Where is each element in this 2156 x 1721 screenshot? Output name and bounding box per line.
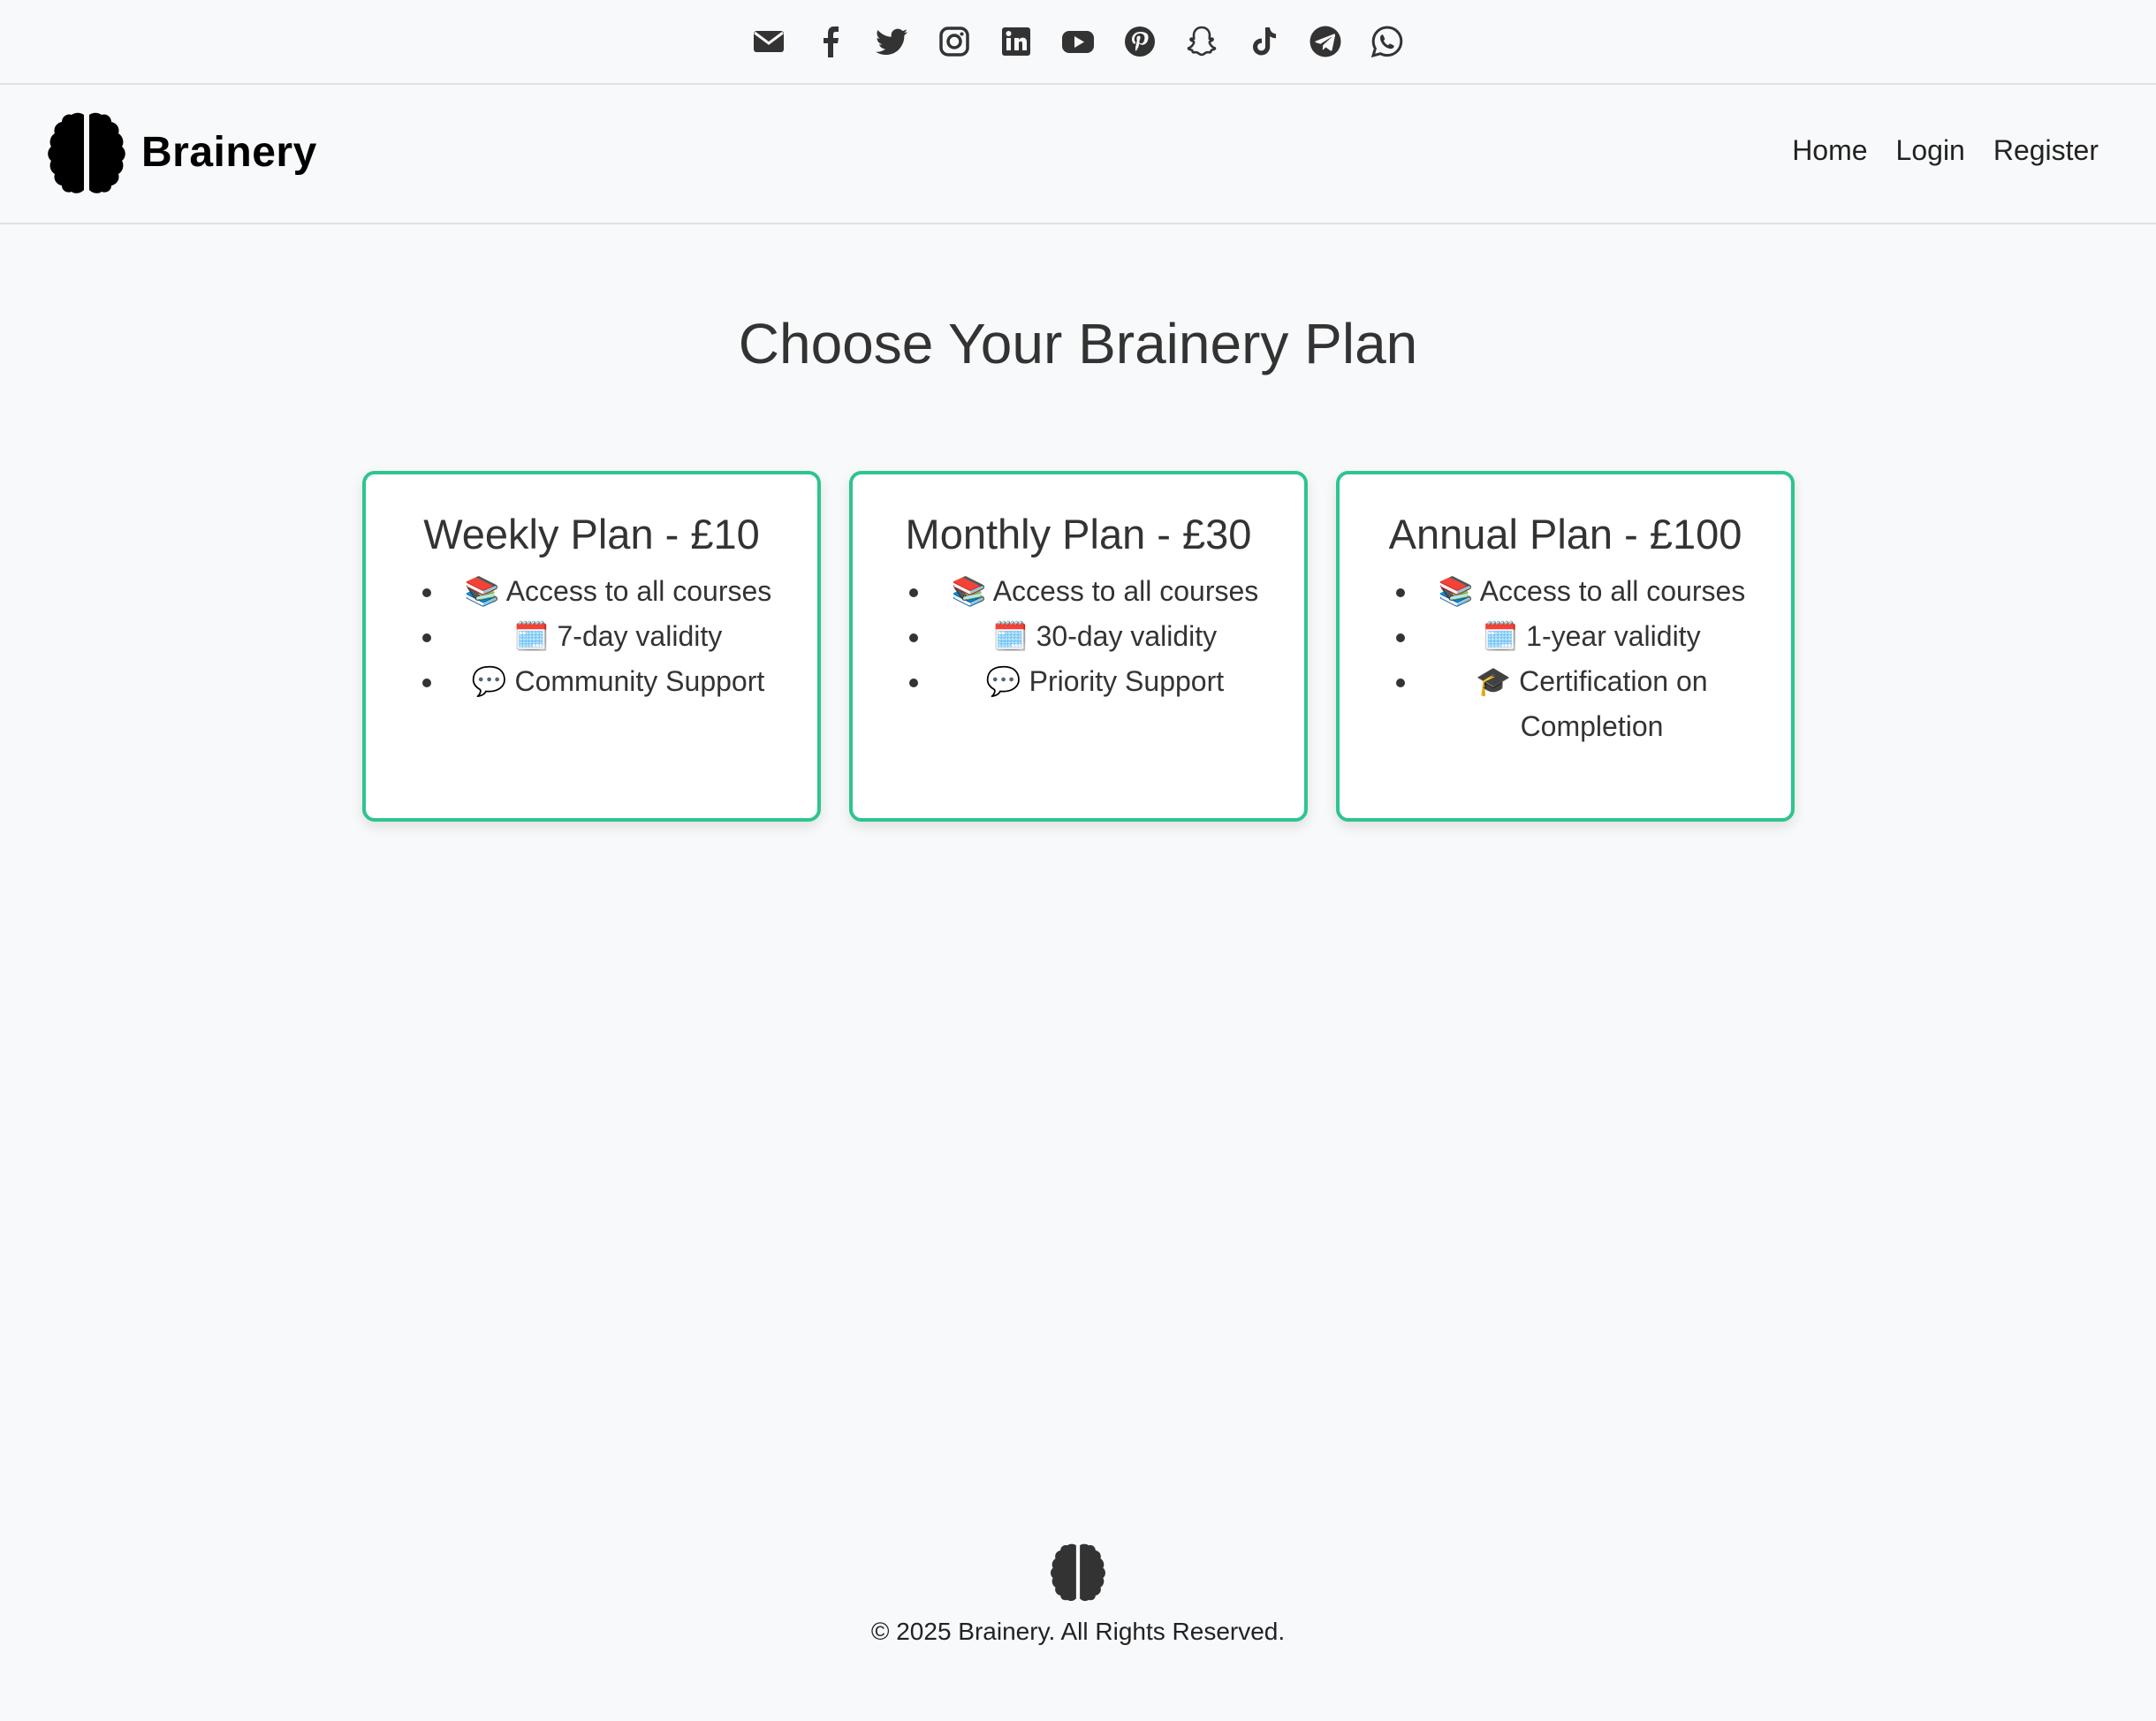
plans-container: Weekly Plan - £10 📚 Access to all course… xyxy=(362,471,1795,822)
plan-features: 📚 Access to all courses 🗓️ 1-year validi… xyxy=(1366,569,1765,749)
brand-name: Brainery xyxy=(141,128,317,176)
main-nav: Home Login Register xyxy=(1792,134,2099,167)
plan-features: 📚 Access to all courses 🗓️ 30-day validi… xyxy=(879,569,1278,704)
plan-feature: 🗓️ 7-day validity xyxy=(445,614,791,659)
plan-feature: 📚 Access to all courses xyxy=(932,569,1278,614)
site-footer: © 2025 Brainery. All Rights Reserved. xyxy=(0,1542,2156,1646)
brain-logo-icon xyxy=(48,112,125,193)
brain-logo-icon xyxy=(1051,1543,1105,1602)
plan-feature: 🎓 Certification on Completion xyxy=(1419,659,1765,749)
brand-link[interactable]: Brainery xyxy=(44,110,317,194)
twitter-icon[interactable] xyxy=(874,23,911,60)
social-bar xyxy=(0,0,2156,85)
pinterest-icon[interactable] xyxy=(1121,23,1158,60)
tiktok-icon[interactable] xyxy=(1245,23,1282,60)
whatsapp-icon[interactable] xyxy=(1369,23,1406,60)
plan-feature: 📚 Access to all courses xyxy=(1419,569,1765,614)
telegram-icon[interactable] xyxy=(1307,23,1344,60)
plan-card-weekly[interactable]: Weekly Plan - £10 📚 Access to all course… xyxy=(362,471,821,822)
plan-feature: 💬 Priority Support xyxy=(932,659,1278,704)
linkedin-icon[interactable] xyxy=(998,23,1035,60)
page-title: Choose Your Brainery Plan xyxy=(738,312,1418,375)
plan-title: Monthly Plan - £30 xyxy=(905,511,1252,557)
footer-copyright: © 2025 Brainery. All Rights Reserved. xyxy=(870,1618,1286,1645)
nav-login-link[interactable]: Login xyxy=(1896,134,1965,167)
site-header: Brainery Home Login Register xyxy=(0,85,2156,224)
plan-feature: 🗓️ 1-year validity xyxy=(1419,614,1765,659)
youtube-icon[interactable] xyxy=(1059,23,1097,60)
envelope-icon[interactable] xyxy=(750,23,787,60)
plan-feature: 📚 Access to all courses xyxy=(445,569,791,614)
plan-title: Weekly Plan - £10 xyxy=(423,511,760,557)
facebook-icon[interactable] xyxy=(812,23,849,60)
plan-feature: 🗓️ 30-day validity xyxy=(932,614,1278,659)
plan-card-annual[interactable]: Annual Plan - £100 📚 Access to all cours… xyxy=(1336,471,1795,822)
nav-register-link[interactable]: Register xyxy=(1993,134,2099,167)
plan-card-monthly[interactable]: Monthly Plan - £30 📚 Access to all cours… xyxy=(849,471,1308,822)
plan-title: Annual Plan - £100 xyxy=(1388,511,1742,557)
snapchat-icon[interactable] xyxy=(1183,23,1220,60)
plan-features: 📚 Access to all courses 🗓️ 7-day validit… xyxy=(392,569,791,704)
plan-feature: 💬 Community Support xyxy=(445,659,791,704)
instagram-icon[interactable] xyxy=(936,23,973,60)
nav-home-link[interactable]: Home xyxy=(1792,134,1867,167)
